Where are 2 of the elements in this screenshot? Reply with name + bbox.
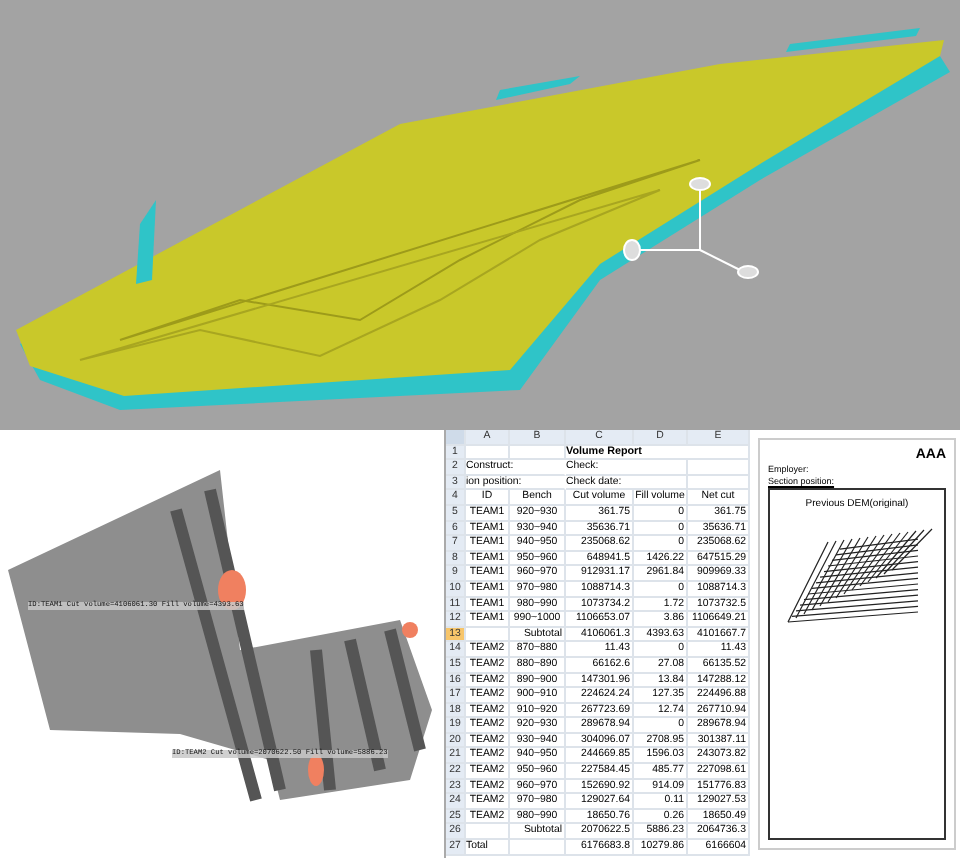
axis-gizmo-icon[interactable] bbox=[623, 177, 759, 279]
select-all-cell[interactable] bbox=[446, 430, 466, 446]
